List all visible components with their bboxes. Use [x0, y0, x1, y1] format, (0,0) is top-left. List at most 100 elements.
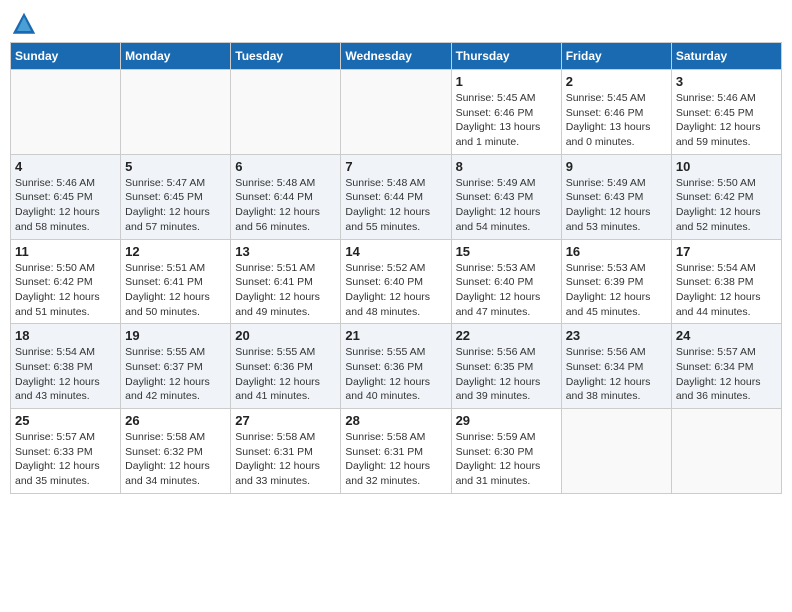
calendar-cell: 11 Sunrise: 5:50 AM Sunset: 6:42 PM Dayli…	[11, 239, 121, 324]
day-number: 19	[125, 328, 226, 343]
day-info: Sunrise: 5:55 AM Sunset: 6:37 PM Dayligh…	[125, 345, 226, 404]
day-number: 8	[456, 159, 557, 174]
day-info: Sunrise: 5:45 AM Sunset: 6:46 PM Dayligh…	[566, 91, 667, 150]
calendar-cell: 10Sunrise: 5:50 AM Sunset: 6:42 PM Dayli…	[671, 154, 781, 239]
calendar-cell: 24 Sunrise: 5:57 AM Sunset: 6:34 PM Dayli…	[671, 324, 781, 409]
day-info: Sunrise: 5:54 AM Sunset: 6:38 PM Dayligh…	[676, 261, 777, 320]
day-info: Sunrise: 5:57 AM Sunset: 6:34 PM Dayligh…	[676, 345, 777, 404]
day-info: Sunrise: 5:56 AM Sunset: 6:35 PM Dayligh…	[456, 345, 557, 404]
day-info: Sunrise: 5:51 AM Sunset: 6:41 PM Dayligh…	[235, 261, 336, 320]
day-info: Sunrise: 5:46 AM Sunset: 6:45 PM Dayligh…	[676, 91, 777, 150]
day-header-monday: Monday	[121, 43, 231, 70]
day-number: 14	[345, 244, 446, 259]
calendar-cell: 14 Sunrise: 5:52 AM Sunset: 6:40 PM Dayli…	[341, 239, 451, 324]
day-number: 13	[235, 244, 336, 259]
calendar-cell	[231, 70, 341, 155]
day-info: Sunrise: 5:48 AM Sunset: 6:44 PM Dayligh…	[345, 176, 446, 235]
calendar-cell: 12 Sunrise: 5:51 AM Sunset: 6:41 PM Dayli…	[121, 239, 231, 324]
day-info: Sunrise: 5:58 AM Sunset: 6:32 PM Dayligh…	[125, 430, 226, 489]
calendar-cell: 6 Sunrise: 5:48 AM Sunset: 6:44 PM Daylig…	[231, 154, 341, 239]
calendar-cell: 3 Sunrise: 5:46 AM Sunset: 6:45 PM Daylig…	[671, 70, 781, 155]
day-info: Sunrise: 5:53 AM Sunset: 6:39 PM Dayligh…	[566, 261, 667, 320]
day-info: Sunrise: 5:58 AM Sunset: 6:31 PM Dayligh…	[345, 430, 446, 489]
calendar-cell	[121, 70, 231, 155]
calendar-cell	[561, 409, 671, 494]
calendar-cell: 26 Sunrise: 5:58 AM Sunset: 6:32 PM Dayli…	[121, 409, 231, 494]
calendar-cell: 20 Sunrise: 5:55 AM Sunset: 6:36 PM Dayli…	[231, 324, 341, 409]
day-number: 1	[456, 74, 557, 89]
calendar-cell: 7 Sunrise: 5:48 AM Sunset: 6:44 PM Daylig…	[341, 154, 451, 239]
calendar-cell: 1Sunrise: 5:45 AM Sunset: 6:46 PM Daylig…	[451, 70, 561, 155]
calendar-cell: 29 Sunrise: 5:59 AM Sunset: 6:30 PM Dayli…	[451, 409, 561, 494]
day-number: 5	[125, 159, 226, 174]
logo-icon	[10, 10, 38, 38]
calendar-cell: 19 Sunrise: 5:55 AM Sunset: 6:37 PM Dayli…	[121, 324, 231, 409]
day-info: Sunrise: 5:51 AM Sunset: 6:41 PM Dayligh…	[125, 261, 226, 320]
day-info: Sunrise: 5:46 AM Sunset: 6:45 PM Dayligh…	[15, 176, 116, 235]
day-number: 26	[125, 413, 226, 428]
day-number: 9	[566, 159, 667, 174]
calendar-cell: 2 Sunrise: 5:45 AM Sunset: 6:46 PM Daylig…	[561, 70, 671, 155]
day-number: 10	[676, 159, 777, 174]
calendar: SundayMondayTuesdayWednesdayThursdayFrid…	[10, 42, 782, 494]
day-number: 18	[15, 328, 116, 343]
calendar-week-5: 25 Sunrise: 5:57 AM Sunset: 6:33 PM Dayli…	[11, 409, 782, 494]
day-info: Sunrise: 5:50 AM Sunset: 6:42 PM Dayligh…	[15, 261, 116, 320]
day-number: 2	[566, 74, 667, 89]
day-info: Sunrise: 5:59 AM Sunset: 6:30 PM Dayligh…	[456, 430, 557, 489]
calendar-week-4: 18 Sunrise: 5:54 AM Sunset: 6:38 PM Dayli…	[11, 324, 782, 409]
day-number: 12	[125, 244, 226, 259]
calendar-cell: 21 Sunrise: 5:55 AM Sunset: 6:36 PM Dayli…	[341, 324, 451, 409]
day-number: 7	[345, 159, 446, 174]
day-number: 20	[235, 328, 336, 343]
day-number: 27	[235, 413, 336, 428]
day-info: Sunrise: 5:47 AM Sunset: 6:45 PM Dayligh…	[125, 176, 226, 235]
day-number: 23	[566, 328, 667, 343]
calendar-cell: 15Sunrise: 5:53 AM Sunset: 6:40 PM Dayli…	[451, 239, 561, 324]
day-info: Sunrise: 5:53 AM Sunset: 6:40 PM Dayligh…	[456, 261, 557, 320]
calendar-cell: 13 Sunrise: 5:51 AM Sunset: 6:41 PM Dayli…	[231, 239, 341, 324]
calendar-cell: 4 Sunrise: 5:46 AM Sunset: 6:45 PM Daylig…	[11, 154, 121, 239]
day-info: Sunrise: 5:49 AM Sunset: 6:43 PM Dayligh…	[566, 176, 667, 235]
day-number: 3	[676, 74, 777, 89]
day-info: Sunrise: 5:55 AM Sunset: 6:36 PM Dayligh…	[235, 345, 336, 404]
day-info: Sunrise: 5:48 AM Sunset: 6:44 PM Dayligh…	[235, 176, 336, 235]
day-number: 4	[15, 159, 116, 174]
calendar-cell: 17Sunrise: 5:54 AM Sunset: 6:38 PM Dayli…	[671, 239, 781, 324]
day-info: Sunrise: 5:55 AM Sunset: 6:36 PM Dayligh…	[345, 345, 446, 404]
day-info: Sunrise: 5:52 AM Sunset: 6:40 PM Dayligh…	[345, 261, 446, 320]
day-number: 24	[676, 328, 777, 343]
calendar-cell: 5 Sunrise: 5:47 AM Sunset: 6:45 PM Daylig…	[121, 154, 231, 239]
calendar-cell: 25 Sunrise: 5:57 AM Sunset: 6:33 PM Dayli…	[11, 409, 121, 494]
calendar-week-2: 4 Sunrise: 5:46 AM Sunset: 6:45 PM Daylig…	[11, 154, 782, 239]
calendar-cell	[11, 70, 121, 155]
day-header-saturday: Saturday	[671, 43, 781, 70]
calendar-cell	[671, 409, 781, 494]
calendar-header-row: SundayMondayTuesdayWednesdayThursdayFrid…	[11, 43, 782, 70]
day-header-tuesday: Tuesday	[231, 43, 341, 70]
calendar-cell: 18 Sunrise: 5:54 AM Sunset: 6:38 PM Dayli…	[11, 324, 121, 409]
day-info: Sunrise: 5:54 AM Sunset: 6:38 PM Dayligh…	[15, 345, 116, 404]
day-number: 6	[235, 159, 336, 174]
day-number: 25	[15, 413, 116, 428]
calendar-cell: 28 Sunrise: 5:58 AM Sunset: 6:31 PM Dayli…	[341, 409, 451, 494]
day-header-friday: Friday	[561, 43, 671, 70]
calendar-cell: 8 Sunrise: 5:49 AM Sunset: 6:43 PM Daylig…	[451, 154, 561, 239]
day-number: 11	[15, 244, 116, 259]
day-header-wednesday: Wednesday	[341, 43, 451, 70]
day-number: 28	[345, 413, 446, 428]
calendar-cell: 27 Sunrise: 5:58 AM Sunset: 6:31 PM Dayli…	[231, 409, 341, 494]
day-number: 21	[345, 328, 446, 343]
day-info: Sunrise: 5:49 AM Sunset: 6:43 PM Dayligh…	[456, 176, 557, 235]
day-number: 29	[456, 413, 557, 428]
calendar-cell	[341, 70, 451, 155]
day-header-sunday: Sunday	[11, 43, 121, 70]
header	[10, 10, 782, 38]
calendar-cell: 16Sunrise: 5:53 AM Sunset: 6:39 PM Dayli…	[561, 239, 671, 324]
calendar-cell: 22Sunrise: 5:56 AM Sunset: 6:35 PM Dayli…	[451, 324, 561, 409]
day-info: Sunrise: 5:57 AM Sunset: 6:33 PM Dayligh…	[15, 430, 116, 489]
day-info: Sunrise: 5:58 AM Sunset: 6:31 PM Dayligh…	[235, 430, 336, 489]
calendar-cell: 9 Sunrise: 5:49 AM Sunset: 6:43 PM Daylig…	[561, 154, 671, 239]
calendar-week-1: 1 Sunrise: 5:45 AM Sunset: 6:46 PM Daylig…	[11, 70, 782, 155]
logo	[10, 10, 42, 38]
